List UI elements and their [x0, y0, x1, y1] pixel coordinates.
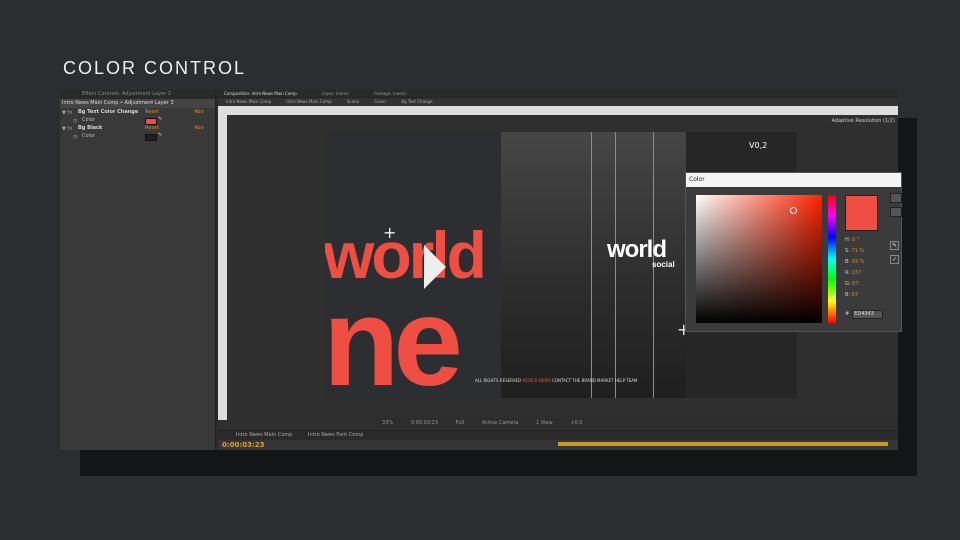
green-field[interactable]: G: 67: [845, 279, 864, 290]
field-label: B:: [845, 259, 851, 265]
hue-field[interactable]: H: 0 °: [845, 235, 864, 246]
eyedropper-icon[interactable]: ✎: [158, 133, 164, 138]
breadcrumb-item[interactable]: Scene: [347, 99, 359, 104]
field-label: G:: [845, 281, 851, 287]
field-label: S:: [845, 248, 850, 254]
guide-line: [591, 132, 592, 398]
new-color-preview: [845, 195, 878, 231]
crosshair-icon[interactable]: +: [383, 225, 396, 241]
field-value[interactable]: 67: [852, 292, 858, 298]
field-value[interactable]: 67: [852, 281, 858, 287]
about-link[interactable]: Abo: [194, 124, 204, 132]
blue-field[interactable]: B: 67: [845, 290, 864, 301]
color-swatch[interactable]: [145, 134, 157, 141]
horizontal-ruler: [218, 106, 898, 115]
footer-prefix: ALL RIGHTS RESERVED: [475, 378, 522, 383]
field-value[interactable]: 0 °: [852, 237, 859, 243]
footer-copy: ALL RIGHTS RESERVED WORLD NEWS CONTACT T…: [475, 378, 637, 383]
saturation-field[interactable]: S: 71 %: [845, 246, 864, 257]
exposure-value[interactable]: +0.0: [570, 420, 582, 426]
color-picker-dialog: Color ◂ H: 0 ° S: 71 % B: 93 % R: 237 G:…: [685, 172, 902, 332]
breadcrumb-item[interactable]: Bg Text Change: [401, 99, 432, 104]
ok-button[interactable]: [890, 193, 902, 203]
cancel-button[interactable]: [890, 207, 902, 217]
zoom-dropdown[interactable]: 33%: [382, 420, 393, 426]
about-link[interactable]: Abo: [194, 108, 204, 116]
red-field[interactable]: R: 237: [845, 268, 864, 279]
camera-dropdown[interactable]: Active Camera: [482, 420, 519, 426]
field-label: H:: [845, 237, 851, 243]
effect-name: Bg Black: [78, 125, 103, 131]
center-social-text: social: [652, 260, 675, 269]
hue-slider[interactable]: [828, 195, 836, 323]
effect-controls-tab[interactable]: Effect Controls: Adjustment Layer 3: [60, 90, 215, 99]
guide-line: [615, 132, 616, 398]
effect-controls-panel: Effect Controls: Adjustment Layer 3 Intr…: [60, 90, 216, 450]
timeline-tabs: Intro News Main Comp Intro News Font Com…: [218, 431, 898, 440]
effect-name: Bg Text Color Change: [78, 109, 139, 115]
field-label: B:: [845, 292, 851, 298]
brightness-field[interactable]: B: 93 %: [845, 257, 864, 268]
hue-slider-handle-icon[interactable]: ◂: [831, 292, 836, 302]
hex-field: # ED4343: [845, 310, 884, 319]
timeline-tab[interactable]: Intro News Main Comp: [236, 432, 292, 438]
hex-input[interactable]: ED4343: [852, 310, 884, 319]
vertical-ruler: [218, 115, 227, 420]
breadcrumb-item[interactable]: Cover: [374, 99, 386, 104]
current-time[interactable]: 0:00:03:23: [411, 420, 438, 426]
color-picker-title[interactable]: Color: [686, 173, 901, 187]
effect-row-bg-text-color-change[interactable]: ▼ fx Bg Text Color Change Reset Abo: [60, 108, 215, 116]
timeline-tab[interactable]: Intro News Font Comp: [308, 432, 363, 438]
color-cursor[interactable]: [790, 207, 797, 214]
param-label: Color: [82, 133, 96, 139]
slide-title: COLOR CONTROL: [63, 58, 247, 78]
big-news-text: ne: [325, 273, 463, 398]
tab-composition[interactable]: Composition: Intro News Main Comp: [224, 91, 297, 96]
timeline-panel: Intro News Main Comp Intro News Font Com…: [218, 430, 898, 450]
resolution-label: Adaptive Resolution (1/2): [831, 118, 895, 124]
web-colors-checkbox[interactable]: ✓: [890, 255, 899, 264]
breadcrumb-item[interactable]: Intro News Main Comp: [286, 99, 331, 104]
eyedropper-icon[interactable]: ✎: [890, 241, 899, 250]
composition-breadcrumbs: Intro News Main Comp Intro News Main Com…: [218, 98, 898, 106]
effect-param-color: ◷ Color ✎: [60, 132, 215, 141]
resolution-dropdown[interactable]: Full: [456, 420, 465, 426]
footer-red: WORLD NEWS: [522, 378, 551, 383]
timecode[interactable]: 0:00:03:23: [222, 441, 265, 449]
param-label: Color: [82, 117, 96, 123]
field-value[interactable]: 71 %: [851, 248, 864, 254]
color-value-fields: H: 0 ° S: 71 % B: 93 % R: 237 G: 67 B: 6…: [845, 235, 864, 301]
work-area-bar[interactable]: [558, 442, 888, 446]
hex-label: #: [845, 311, 850, 317]
effect-controls-breadcrumb: Intro News Main Comp • Adjustment Layer …: [60, 99, 215, 108]
tab-footage[interactable]: Footage: (none): [374, 91, 406, 96]
effect-param-color: ◷ Color ✎: [60, 116, 215, 125]
field-label: R:: [845, 270, 851, 276]
reset-link[interactable]: Reset: [145, 108, 159, 116]
eyedropper-icon[interactable]: ✎: [158, 117, 164, 122]
play-arrow-icon: [424, 245, 446, 289]
saturation-brightness-field[interactable]: [696, 195, 822, 323]
tab-layer[interactable]: Layer: (none): [322, 91, 349, 96]
viewer-toolbar: 33% 0:00:03:23 Full Active Camera 1 View…: [376, 418, 898, 428]
field-value[interactable]: 237: [852, 270, 862, 276]
views-dropdown[interactable]: 1 View: [536, 420, 553, 426]
version-label: V0,2: [749, 141, 768, 150]
composition-tabs: Composition: Intro News Main Comp Layer:…: [218, 90, 898, 98]
breadcrumb-item[interactable]: Intro News Main Comp: [226, 99, 271, 104]
footer-suffix: CONTACT THE BRAND MARKET HELP TEAM: [552, 378, 638, 383]
field-value[interactable]: 93 %: [852, 259, 865, 265]
stopwatch-icon[interactable]: ◷: [73, 133, 77, 141]
reset-link[interactable]: Reset: [145, 124, 159, 132]
effect-row-bg-black[interactable]: ▼ fx Bg Black Reset Abo: [60, 124, 215, 132]
